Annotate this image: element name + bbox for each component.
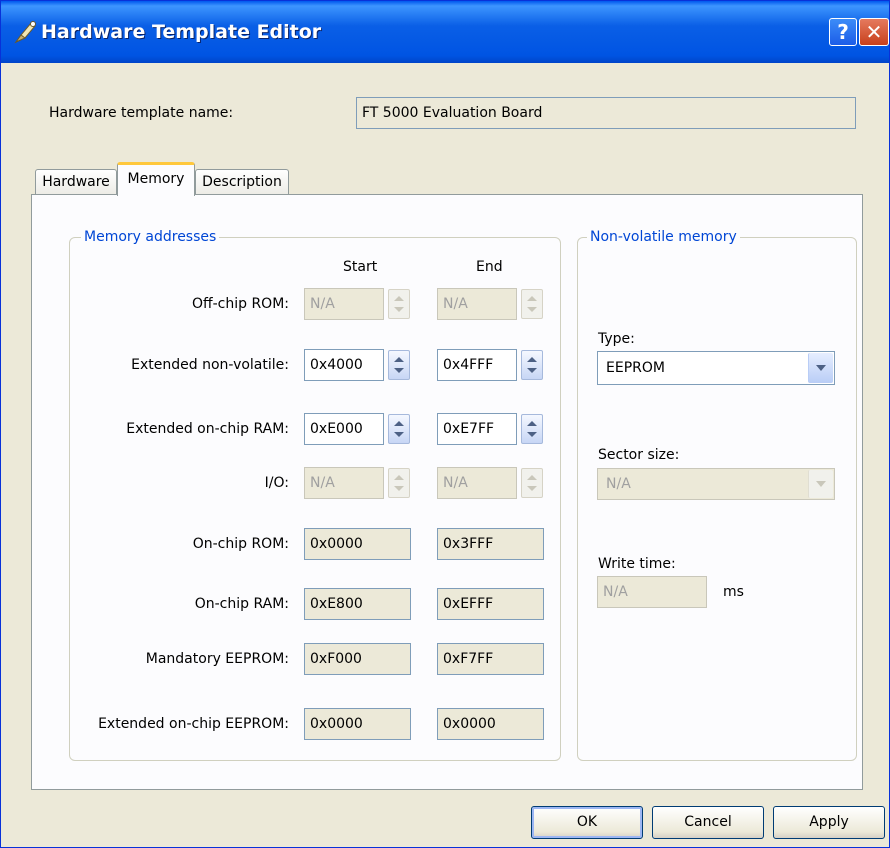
tab-description[interactable]: Description bbox=[195, 169, 289, 195]
memory-addresses-title: Memory addresses bbox=[81, 229, 220, 245]
tab-memory[interactable]: Memory bbox=[117, 162, 195, 196]
memory-row-label: On-chip RAM: bbox=[194, 596, 289, 612]
type-label: Type: bbox=[598, 331, 635, 347]
template-name-field[interactable]: FT 5000 Evaluation Board bbox=[356, 97, 856, 129]
spin-down-icon[interactable] bbox=[394, 486, 404, 491]
hardware-template-editor-window: Hardware Template Editor ? ✕ Hardware te… bbox=[0, 0, 890, 848]
type-dropdown[interactable]: EEPROM bbox=[597, 351, 835, 385]
non-volatile-memory-title: Non-volatile memory bbox=[587, 229, 740, 245]
column-header-start: Start bbox=[343, 259, 378, 275]
spin-down-icon[interactable] bbox=[394, 368, 404, 373]
spinner-arrows-icon[interactable] bbox=[388, 289, 410, 319]
type-value: EEPROM bbox=[606, 360, 665, 376]
spinner-arrows-icon[interactable] bbox=[388, 350, 410, 380]
memory-end-field[interactable]: 0x3FFF bbox=[437, 528, 544, 560]
memory-start-field[interactable]: 0xE000 bbox=[304, 413, 384, 445]
spin-up-icon[interactable] bbox=[394, 475, 404, 480]
chevron-down-icon[interactable] bbox=[808, 353, 833, 383]
sector-size-value: N/A bbox=[606, 476, 631, 492]
spinner-arrows-icon[interactable] bbox=[388, 468, 410, 498]
memory-row-label: Extended on-chip EEPROM: bbox=[98, 716, 289, 732]
title-bar[interactable]: Hardware Template Editor ? ✕ bbox=[1, 1, 889, 63]
spinner-arrows-icon[interactable] bbox=[521, 350, 543, 380]
memory-end-field[interactable]: N/A bbox=[437, 467, 517, 499]
edit-tool-icon bbox=[14, 21, 36, 44]
help-icon[interactable]: ? bbox=[829, 18, 857, 46]
spin-down-icon[interactable] bbox=[394, 307, 404, 312]
column-header-end: End bbox=[476, 259, 503, 275]
spinner-arrows-icon[interactable] bbox=[521, 289, 543, 319]
close-icon[interactable]: ✕ bbox=[859, 18, 889, 46]
spin-down-icon[interactable] bbox=[527, 486, 537, 491]
write-time-unit: ms bbox=[723, 584, 744, 600]
memory-row-label: I/O: bbox=[264, 475, 289, 491]
template-name-label: Hardware template name: bbox=[49, 105, 234, 121]
memory-end-field[interactable]: N/A bbox=[437, 288, 517, 320]
spinner-arrows-icon[interactable] bbox=[521, 468, 543, 498]
spin-down-icon[interactable] bbox=[527, 368, 537, 373]
sector-size-label: Sector size: bbox=[598, 447, 680, 463]
memory-end-field[interactable]: 0x4FFF bbox=[437, 349, 517, 381]
memory-row-label: On-chip ROM: bbox=[192, 536, 289, 552]
tab-hardware[interactable]: Hardware bbox=[35, 169, 117, 195]
memory-start-field[interactable]: 0xF000 bbox=[304, 643, 411, 675]
spin-down-icon[interactable] bbox=[527, 307, 537, 312]
memory-end-field[interactable]: 0xE7FF bbox=[437, 413, 517, 445]
ok-button[interactable]: OK bbox=[531, 806, 643, 839]
spin-down-icon[interactable] bbox=[527, 432, 537, 437]
memory-end-field[interactable]: 0xF7FF bbox=[437, 643, 544, 675]
spinner-arrows-icon[interactable] bbox=[521, 414, 543, 444]
write-time-label: Write time: bbox=[598, 556, 676, 572]
spin-down-icon[interactable] bbox=[394, 432, 404, 437]
chevron-down-icon[interactable] bbox=[808, 470, 833, 498]
spin-up-icon[interactable] bbox=[394, 357, 404, 362]
spin-up-icon[interactable] bbox=[527, 357, 537, 362]
memory-start-field[interactable]: 0x0000 bbox=[304, 708, 411, 740]
spin-up-icon[interactable] bbox=[394, 296, 404, 301]
spin-up-icon[interactable] bbox=[527, 475, 537, 480]
memory-row-label: Mandatory EEPROM: bbox=[145, 651, 289, 667]
memory-end-field[interactable]: 0xEFFF bbox=[437, 588, 544, 620]
memory-end-field[interactable]: 0x0000 bbox=[437, 708, 544, 740]
sector-size-dropdown[interactable]: N/A bbox=[597, 468, 835, 500]
memory-start-field[interactable]: 0x4000 bbox=[304, 349, 384, 381]
memory-row-label: Off-chip ROM: bbox=[191, 296, 289, 312]
spin-up-icon[interactable] bbox=[394, 421, 404, 426]
apply-button[interactable]: Apply bbox=[773, 806, 885, 839]
memory-row-label: Extended on-chip RAM: bbox=[126, 421, 289, 437]
memory-start-field[interactable]: N/A bbox=[304, 467, 384, 499]
memory-row-label: Extended non-volatile: bbox=[131, 357, 289, 373]
spin-up-icon[interactable] bbox=[527, 421, 537, 426]
write-time-field[interactable]: N/A bbox=[597, 576, 707, 608]
window-title: Hardware Template Editor bbox=[41, 21, 322, 43]
memory-start-field[interactable]: 0x0000 bbox=[304, 528, 411, 560]
spin-up-icon[interactable] bbox=[527, 296, 537, 301]
spinner-arrows-icon[interactable] bbox=[388, 414, 410, 444]
cancel-button[interactable]: Cancel bbox=[652, 806, 764, 839]
memory-start-field[interactable]: N/A bbox=[304, 288, 384, 320]
memory-start-field[interactable]: 0xE800 bbox=[304, 588, 411, 620]
